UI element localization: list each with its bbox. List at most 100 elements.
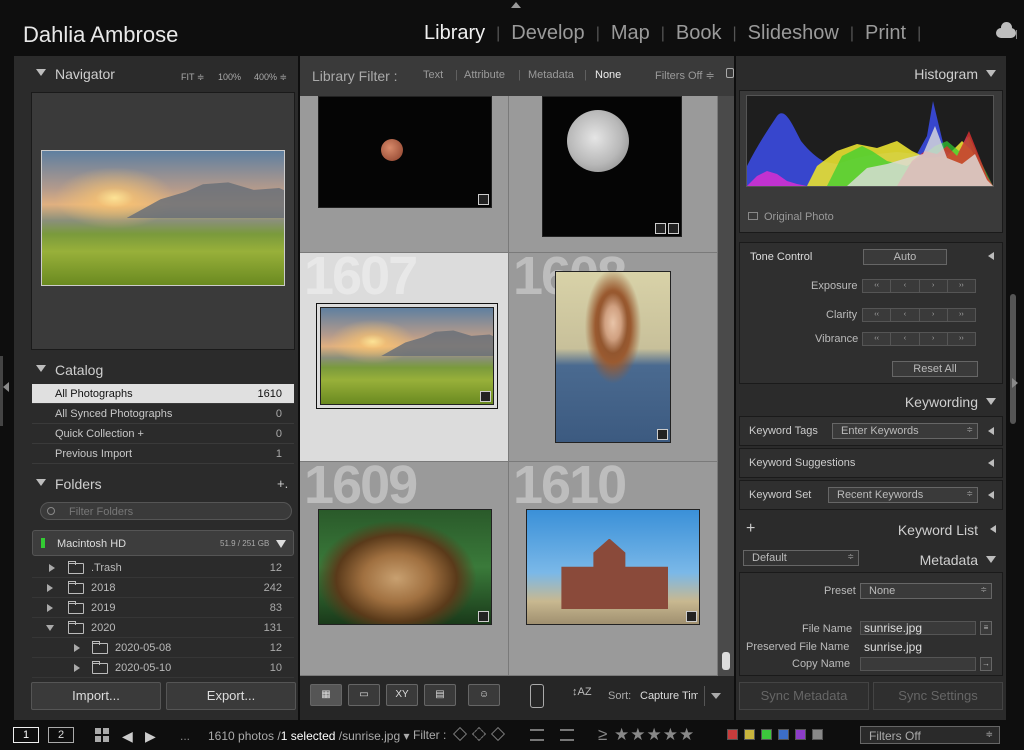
module-slideshow[interactable]: Slideshow: [746, 22, 841, 45]
module-develop[interactable]: Develop: [509, 22, 586, 45]
grid-cell[interactable]: 1610: [509, 462, 718, 676]
triangle-left-icon[interactable]: [988, 427, 994, 435]
import-button[interactable]: Import...: [31, 682, 161, 710]
triangle-right-icon[interactable]: [47, 604, 53, 612]
vibrance-stepper[interactable]: ‹‹ ‹ › ››: [862, 332, 976, 346]
thumbnail-church[interactable]: [526, 509, 700, 625]
module-library[interactable]: Library: [422, 22, 487, 45]
color-label-blue[interactable]: [778, 729, 789, 740]
catalog-item-previous-import[interactable]: Previous Import 1: [32, 444, 294, 464]
grid-cell[interactable]: [509, 96, 718, 253]
triangle-down-icon[interactable]: [46, 625, 54, 631]
keyword-list-header[interactable]: + Keyword List: [736, 518, 1006, 540]
grid-view-button[interactable]: ▦: [310, 684, 342, 706]
zoom-400[interactable]: 400% ≑: [254, 72, 287, 83]
grid-cell-selected[interactable]: 1607: [300, 253, 509, 462]
collapse-right-panel-icon[interactable]: [1012, 378, 1018, 388]
color-label-purple[interactable]: [795, 729, 806, 740]
catalog-item-all-synced[interactable]: All Synced Photographs 0: [32, 404, 294, 424]
original-photo-toggle[interactable]: Original Photo: [748, 211, 834, 223]
module-print[interactable]: Print: [863, 22, 908, 45]
module-map[interactable]: Map: [609, 22, 652, 45]
folder-row-2018[interactable]: 2018 242: [32, 578, 294, 598]
module-book[interactable]: Book: [674, 22, 724, 45]
reset-all-button[interactable]: Reset All: [892, 361, 978, 377]
zoom-100[interactable]: 100%: [218, 72, 241, 82]
color-label-green[interactable]: [761, 729, 772, 740]
filter-folders-input[interactable]: Filter Folders: [40, 502, 292, 520]
catalog-item-all-photographs[interactable]: All Photographs 1610: [32, 384, 294, 404]
triangle-left-icon[interactable]: [988, 252, 994, 260]
sync-metadata-button[interactable]: Sync Metadata: [739, 682, 869, 710]
triangle-right-icon[interactable]: [74, 664, 80, 672]
triangle-right-icon[interactable]: [47, 584, 53, 592]
thumbnail-sunrise[interactable]: [316, 303, 498, 409]
triangle-right-icon[interactable]: [74, 644, 80, 652]
add-keyword-button[interactable]: +: [746, 520, 755, 538]
navigator-photo[interactable]: [41, 150, 285, 286]
edit-filter-icon[interactable]: [560, 729, 574, 741]
triangle-down-icon[interactable]: [276, 540, 286, 548]
rating-filter[interactable]: ≥ ★★★★★: [598, 725, 695, 745]
add-folder-button[interactable]: +.: [277, 476, 288, 491]
folder-row-2020-05-10[interactable]: 2020-05-10 10: [32, 658, 294, 678]
folders-header[interactable]: Folders +.: [14, 472, 298, 494]
clarity-stepper[interactable]: ‹‹ ‹ › ››: [862, 308, 976, 322]
thumbnail-moon-big[interactable]: [542, 96, 682, 237]
compare-view-button[interactable]: XY: [386, 684, 418, 706]
histogram-header[interactable]: Histogram: [736, 62, 1006, 84]
lock-icon[interactable]: [726, 68, 734, 78]
thumbnail-portrait[interactable]: [555, 271, 671, 443]
metadata-preset-dropdown[interactable]: Default ≑: [743, 550, 859, 566]
copy-name-field[interactable]: [860, 657, 976, 671]
secondary-window-button[interactable]: 2: [48, 727, 74, 743]
right-panel-scrollbar[interactable]: [1006, 56, 1024, 720]
thumbnail-lion[interactable]: [318, 509, 492, 625]
sort-value[interactable]: Capture Time: [640, 690, 698, 702]
export-button[interactable]: Export...: [166, 682, 296, 710]
keyword-set-dropdown[interactable]: Recent Keywords ≑: [828, 487, 978, 503]
arrow-left-icon[interactable]: ◀: [122, 728, 133, 745]
folder-row-2020-05-08[interactable]: 2020-05-08 12: [32, 638, 294, 658]
flag-reject-icon[interactable]: [490, 726, 506, 742]
catalog-header[interactable]: Catalog: [14, 358, 298, 380]
survey-view-button[interactable]: ▤: [424, 684, 456, 706]
sync-settings-button[interactable]: Sync Settings: [873, 682, 1003, 710]
color-label-none[interactable]: [812, 729, 823, 740]
cloud-sync-icon[interactable]: [996, 22, 1016, 38]
auto-tone-button[interactable]: Auto: [863, 249, 947, 265]
filter-none[interactable]: None: [595, 69, 621, 81]
grid-scrollbar-thumb[interactable]: [722, 652, 730, 670]
file-name-action-icon[interactable]: ≡: [980, 621, 992, 635]
exposure-stepper[interactable]: ‹‹ ‹ › ››: [862, 279, 976, 293]
zoom-fit[interactable]: FIT ≑: [181, 72, 204, 83]
grid-cell[interactable]: 1609: [300, 462, 509, 676]
loupe-view-button[interactable]: ▭: [348, 684, 380, 706]
filmstrip-info[interactable]: 1610 photos /1 selected /sunrise.jpg ▾: [208, 729, 410, 743]
edit-filter-icon[interactable]: [530, 729, 544, 741]
folder-row-2020[interactable]: 2020 131: [32, 618, 294, 638]
flag-unflagged-icon[interactable]: [471, 726, 487, 742]
metadata-header[interactable]: Default ≑ Metadata: [736, 548, 1006, 570]
grid-icon[interactable]: [95, 728, 109, 742]
color-label-yellow[interactable]: [744, 729, 755, 740]
triangle-left-icon[interactable]: [988, 491, 994, 499]
volume-macintosh-hd[interactable]: Macintosh HD 51.9 / 251 GB: [32, 530, 294, 556]
filmstrip-filter-dropdown[interactable]: Filters Off ≑: [860, 726, 1000, 744]
navigator-header[interactable]: Navigator FIT ≑ 100% 400% ≑: [14, 62, 298, 84]
grid-cell[interactable]: [300, 96, 509, 253]
keywording-header[interactable]: Keywording: [736, 390, 1006, 412]
keyword-suggestions-row[interactable]: Keyword Suggestions: [739, 448, 1003, 478]
preset-dropdown[interactable]: None ≑: [860, 583, 992, 599]
people-view-button[interactable]: ☺: [468, 684, 500, 706]
source-path-ellipsis[interactable]: ...: [180, 729, 190, 743]
triangle-right-icon[interactable]: [49, 564, 55, 572]
toolbar-options-chevron[interactable]: [704, 686, 726, 706]
sort-direction-icon[interactable]: ↕AZ: [572, 686, 592, 698]
flag-pick-icon[interactable]: [452, 726, 468, 742]
filters-off-dropdown[interactable]: Filters Off ≑: [655, 69, 715, 82]
main-window-button[interactable]: 1: [13, 727, 39, 743]
triangle-left-icon[interactable]: [988, 459, 994, 467]
arrow-right-icon[interactable]: ▶: [145, 728, 156, 745]
thumbnail-moon-small[interactable]: [318, 96, 492, 208]
